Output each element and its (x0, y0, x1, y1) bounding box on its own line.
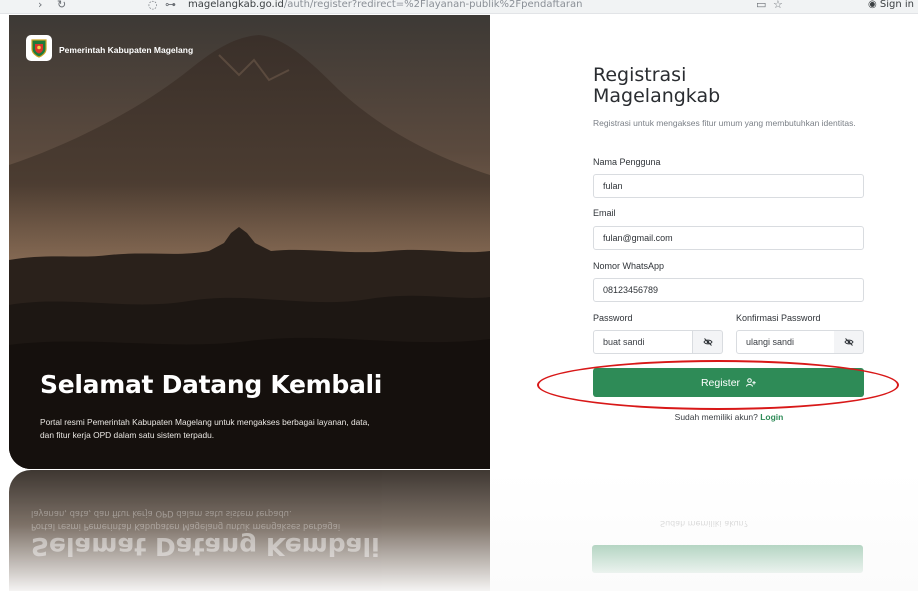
password-label: Password (593, 313, 633, 323)
address-bar[interactable]: magelangkab.go.id/auth/register?redirect… (188, 0, 582, 10)
reflected-register-button (592, 545, 863, 573)
whatsapp-label: Nomor WhatsApp (593, 261, 665, 271)
shield-icon[interactable]: ◌ (148, 0, 158, 11)
register-label: Register (700, 376, 741, 389)
sign-in-label: Sign in (879, 0, 914, 10)
hero-reflection: Portal resmi Pemerintah Kabupaten Magela… (9, 470, 490, 591)
account-icon: ◉ (867, 0, 877, 10)
username-input[interactable] (593, 174, 864, 198)
site-settings-icon[interactable]: ⊶ (165, 0, 176, 11)
reflected-welcome: Selamat Datang Kembali (31, 532, 380, 561)
url-path: /auth/register?redirect=%2Flayanan-publi… (283, 0, 583, 10)
reflected-login-line: Sudah memiliki akun? (660, 519, 748, 528)
reflected-description: Portal resmi Pemerintah Kabupaten Magela… (31, 509, 341, 533)
reading-mode-icon[interactable]: ▭ (756, 0, 766, 11)
register-button[interactable]: Register (593, 368, 864, 397)
form-subtitle: Registrasi untuk mengakses fitur umum ya… (593, 118, 856, 128)
bookmark-star-icon[interactable]: ☆ (773, 0, 783, 11)
eye-off-icon (843, 338, 854, 346)
email-input[interactable] (593, 226, 864, 250)
forward-icon[interactable]: › (38, 0, 42, 11)
username-label: Nama Pengguna (593, 157, 661, 167)
email-label: Email (593, 208, 616, 218)
url-host: magelangkab.go.id (188, 0, 284, 10)
login-link[interactable]: Login (760, 412, 783, 422)
password-visibility-toggle[interactable] (693, 330, 723, 354)
password-input[interactable] (593, 330, 693, 354)
reload-icon[interactable]: ↻ (57, 0, 66, 11)
eye-off-icon (702, 338, 713, 346)
confirm-password-visibility-toggle[interactable] (834, 330, 864, 354)
welcome-heading: Selamat Datang Kembali (40, 370, 383, 399)
whatsapp-input[interactable] (593, 278, 864, 302)
hero-panel: Pemerintah Kabupaten Magelang Selamat Da… (9, 15, 490, 469)
confirm-password-label: Konfirmasi Password (736, 313, 821, 323)
registration-form: Registrasi Magelangkab Registrasi untuk … (490, 15, 918, 470)
org-name: Pemerintah Kabupaten Magelang (59, 45, 194, 55)
kabupaten-logo[interactable] (26, 35, 52, 61)
sign-in-button[interactable]: ◉ Sign in (868, 0, 914, 10)
page: › ↻ ◌ ⊶ magelangkab.go.id/auth/register?… (0, 0, 918, 591)
browser-bar: › ↻ ◌ ⊶ magelangkab.go.id/auth/register?… (0, 0, 918, 14)
confirm-password-input[interactable] (736, 330, 836, 354)
login-prompt: Sudah memiliki akun? Login (490, 412, 918, 422)
mountain-landscape-image (9, 35, 490, 469)
form-title: Registrasi Magelangkab (593, 64, 721, 107)
coat-of-arms-icon (31, 39, 47, 58)
hero-description: Portal resmi Pemerintah Kabupaten Magela… (40, 417, 370, 440)
form-reflection: Sudah memiliki akun? (490, 470, 918, 591)
user-plus-icon (746, 378, 756, 387)
login-prompt-text: Sudah memiliki akun? (674, 412, 758, 422)
